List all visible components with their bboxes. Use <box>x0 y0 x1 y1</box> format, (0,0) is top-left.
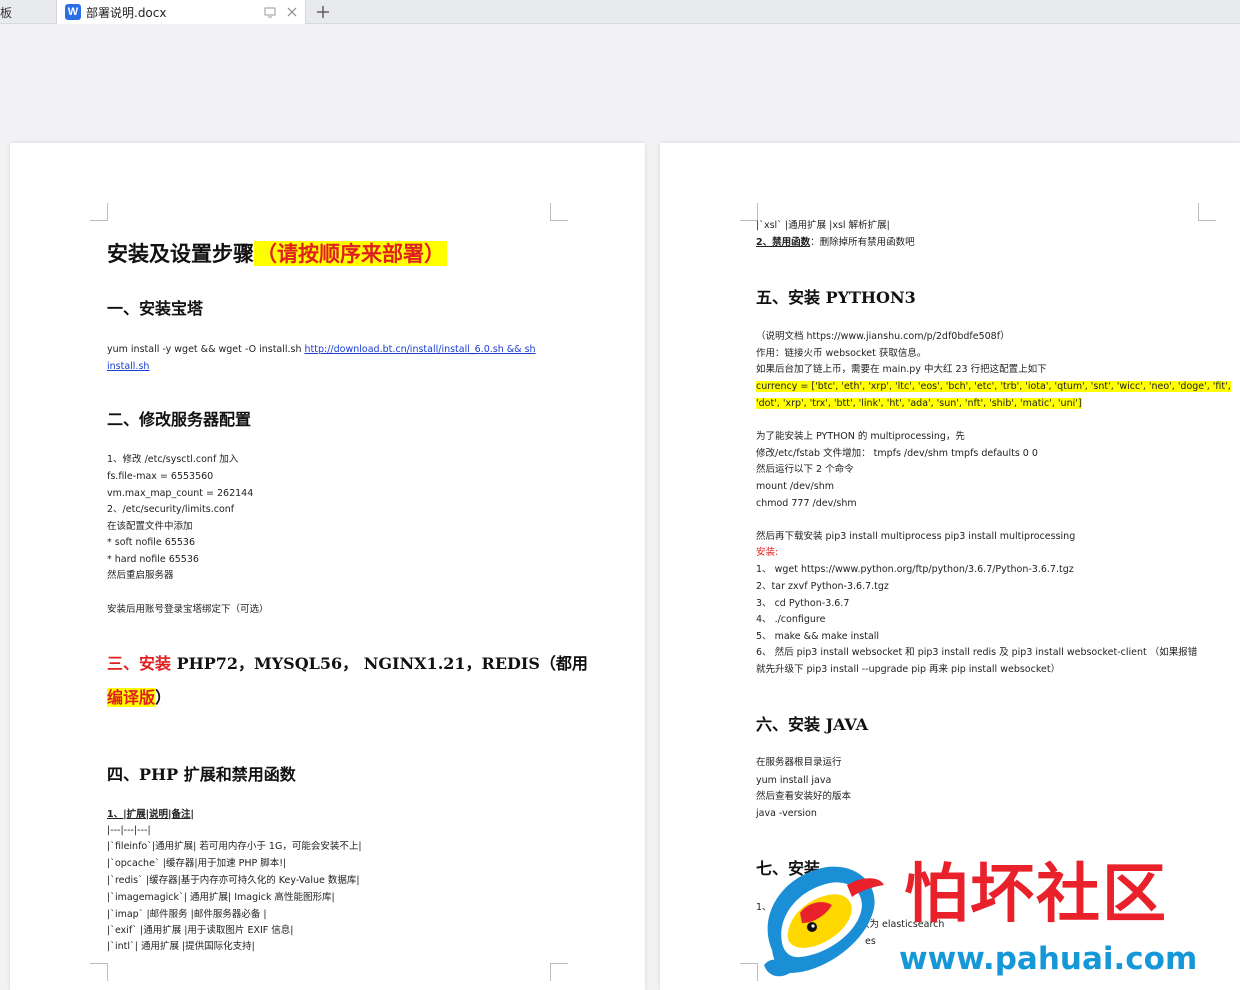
table-row: |`opcache` |缓存器|用于加速 PHP 脚本!| <box>107 858 287 869</box>
install-command: yum install -y wget && wget -O install.s… <box>107 343 536 357</box>
install-step: 就先升级下 pip3 install --upgrade pip 再来 pip … <box>756 664 1061 675</box>
disable-functions-label: 2、禁用函数 <box>756 237 811 248</box>
tab-previous-label: 板 <box>0 5 13 20</box>
currency-config-highlight: currency = ['btc', 'eth', 'xrp', 'ltc', … <box>756 381 1231 392</box>
tab-document[interactable]: W 部署说明.docx <box>56 0 306 24</box>
config-line: 然后重启服务器 <box>107 570 174 581</box>
disable-functions-text: ：删除掉所有禁用函数吧 <box>810 237 915 248</box>
section-heading-4: 四、PHP 扩展和禁用函数 <box>107 765 296 784</box>
java-line: yum install java <box>756 775 832 786</box>
install-link-continued[interactable]: install.sh <box>107 360 149 374</box>
multiprocessing-line: 修改/etc/fstab 文件增加： tmpfs /dev/shm tmpfs … <box>756 448 1038 459</box>
currency-config-highlight: 'dot', 'xrp', 'trx', 'btt', 'link', 'ht'… <box>756 398 1082 409</box>
table-row: |`redis` |缓存器|基于内存亦可持久化的 Key-Value 数据库| <box>107 875 360 886</box>
multiprocessing-line: chmod 777 /dev/shm <box>756 498 857 509</box>
currency-config-line: currency = ['btc', 'eth', 'xrp', 'ltc', … <box>756 380 1231 394</box>
watermark: 怕坏社区 www.pahuai.com <box>752 855 1240 990</box>
monitor-icon[interactable] <box>261 3 279 21</box>
config-line: 1、修改 /etc/sysctl.conf 加入 <box>107 454 239 465</box>
section-heading-6: 六、安装 JAVA <box>756 715 868 734</box>
install-step: 4、 ./configure <box>756 614 826 625</box>
python-line: 作用：链接火币 websocket 获取信息。 <box>756 348 927 359</box>
document-title: 安装及设置步骤（请按顺序来部署） <box>107 239 447 269</box>
margin-corner <box>550 963 568 981</box>
multiprocessing-line: mount /dev/shm <box>756 481 834 492</box>
bt-login-note: 安装后用账号登录宝塔绑定下（可选） <box>107 604 269 615</box>
java-line: java -version <box>756 808 817 819</box>
section-heading-5: 五、安装 PYTHON3 <box>756 288 916 307</box>
section-heading-3-end: ） <box>155 688 172 707</box>
margin-corner <box>1198 203 1216 221</box>
python-line: 如果后台加了链上币，需要在 main.py 中大红 23 行把这配置上如下 <box>756 364 1047 375</box>
install-step: 2、tar zxvf Python-3.6.7.tgz <box>756 581 889 592</box>
install-step: 5、 make && make install <box>756 631 880 642</box>
margin-corner <box>90 203 108 221</box>
java-line: 然后查看安装好的版本 <box>756 791 852 802</box>
compiled-version-highlight: 编译版 <box>107 688 156 707</box>
table-row: |`imagemagick`| 通用扩展| Imagick 高性能图形库| <box>107 892 335 903</box>
tab-previous[interactable]: 板 <box>0 0 56 24</box>
config-line: 在该配置文件中添加 <box>107 521 193 532</box>
table-row: |`intl`| 通用扩展 |提供国际化支持| <box>107 941 255 952</box>
multiprocessing-line: 然后运行以下 2 个命令 <box>756 464 854 475</box>
config-line: * hard nofile 65536 <box>107 554 199 565</box>
table-row: |---|---|---| <box>107 825 151 836</box>
install-link[interactable]: http://download.bt.cn/install/install_6.… <box>305 344 536 355</box>
install-step: 6、 然后 pip3 install websocket 和 pip3 inst… <box>756 647 1198 658</box>
java-line: 在服务器根目录运行 <box>756 757 842 768</box>
table-row: |`fileinfo`|通用扩展| 若可用内存小于 1G，可能会安装不上| <box>107 841 362 852</box>
install-command-text: yum install -y wget && wget -O install.s… <box>107 344 305 355</box>
table-row: |`xsl` |通用扩展 |xsl 解析扩展| <box>756 220 890 231</box>
disable-functions-line: 2、禁用函数：删除掉所有禁用函数吧 <box>756 236 915 250</box>
install-step: 1、 wget https://www.python.org/ftp/pytho… <box>756 564 1074 575</box>
config-line: * soft nofile 65536 <box>107 537 195 548</box>
extension-table-header: 1、|扩展|说明|备注| <box>107 809 194 820</box>
document-page-left: 安装及设置步骤（请按顺序来部署） 一、安装宝塔 yum install -y w… <box>10 143 645 990</box>
multiprocessing-line: 为了能安装上 PYTHON 的 multiprocessing，先 <box>756 431 965 442</box>
config-line: vm.max_map_count = 262144 <box>107 488 254 499</box>
section-heading-3-continued: 编译版） <box>107 687 171 709</box>
word-doc-icon: W <box>65 4 81 20</box>
table-row: |`exif` |通用扩展 |用于读取图片 EXIF 信息| <box>107 925 294 936</box>
plus-icon <box>317 6 329 18</box>
close-icon[interactable] <box>283 3 301 21</box>
section-heading-3-red: 三、安装 <box>107 654 172 673</box>
tab-bar: 板 W 部署说明.docx <box>0 0 1240 24</box>
table-row: |`imap` |邮件服务 |邮件服务器必备 | <box>107 909 267 920</box>
watermark-title: 怕坏社区 <box>904 857 1168 932</box>
install-step: 3、 cd Python-3.6.7 <box>756 598 850 609</box>
watermark-url: www.pahuai.com <box>899 941 1198 977</box>
new-tab-button[interactable] <box>312 0 334 24</box>
fish-logo-icon <box>764 866 884 977</box>
section-heading-2: 二、修改服务器配置 <box>107 410 252 429</box>
config-line: fs.file-max = 6553560 <box>107 471 214 482</box>
install-label: 安装: <box>756 547 779 558</box>
tab-document-label: 部署说明.docx <box>86 5 167 20</box>
config-line: 2、/etc/security/limits.conf <box>107 504 235 515</box>
section-heading-3-rest: PHP72，MYSQL56， NGINX1.21，REDIS（都用 <box>171 654 588 673</box>
pip-install-line: 然后再下载安装 pip3 install multiprocess pip3 i… <box>756 531 1076 542</box>
margin-corner <box>550 203 568 221</box>
document-title-main: 安装及设置步骤 <box>107 241 254 266</box>
section-heading-3: 三、安装 PHP72，MYSQL56， NGINX1.21，REDIS（都用 <box>107 653 588 675</box>
python-line: （说明文档 https://www.jianshu.com/p/2df0bdfe… <box>756 331 1010 342</box>
currency-config-line: 'dot', 'xrp', 'trx', 'btt', 'link', 'ht'… <box>756 397 1082 411</box>
document-title-highlight: （请按顺序来部署） <box>254 241 447 266</box>
section-heading-1: 一、安装宝塔 <box>107 299 204 318</box>
margin-corner <box>90 963 108 981</box>
